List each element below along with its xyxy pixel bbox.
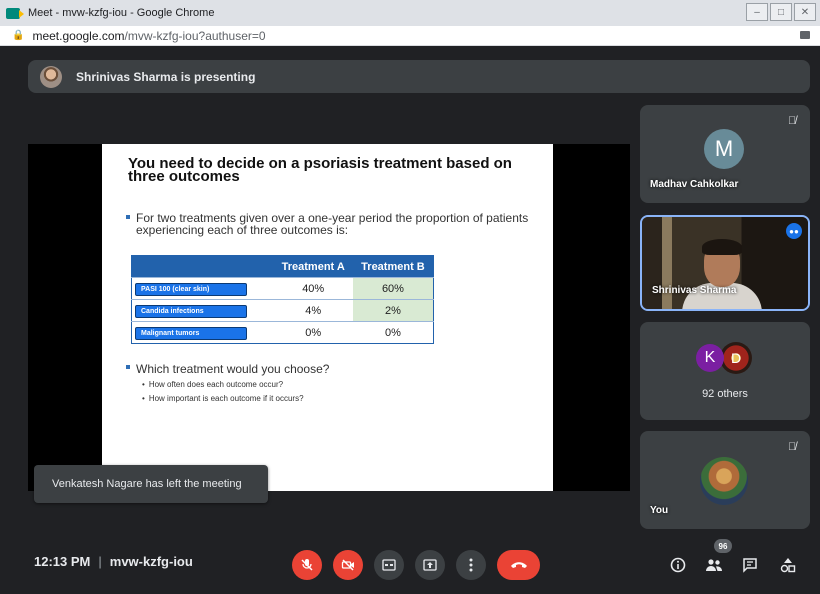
browser-titlebar: Meet - mvw-kzfg-iou - Google Chrome – □ … bbox=[0, 0, 820, 26]
camera-indicator-icon[interactable] bbox=[800, 31, 810, 39]
meeting-code: mvw-kzfg-iou bbox=[109, 554, 193, 569]
chat-icon bbox=[743, 558, 757, 573]
chat-button[interactable] bbox=[738, 553, 762, 577]
slide-sub-bullet-1: How often does each outcome occur? bbox=[142, 380, 283, 389]
table-row: PASI 100 (clear skin) 40% 60% bbox=[131, 277, 434, 300]
meet-favicon-icon bbox=[6, 7, 24, 19]
table-cell-label: PASI 100 (clear skin) bbox=[131, 277, 274, 300]
lock-icon: 🔒 bbox=[12, 30, 25, 41]
table-row: Candida infections 4% 2% bbox=[131, 299, 434, 322]
presenter-banner-text: Shrinivas Sharma is presenting bbox=[76, 69, 256, 84]
more-options-button[interactable] bbox=[456, 550, 486, 580]
url-path: /mvw-kzfg-iou?authuser=0 bbox=[124, 28, 266, 43]
separator: | bbox=[98, 554, 102, 569]
meeting-details-button[interactable] bbox=[666, 553, 690, 577]
camera-toggle-button[interactable] bbox=[333, 550, 363, 580]
table-cell-label: Candida infections bbox=[131, 299, 274, 322]
left-meeting-toast: Venkatesh Nagare has left the meeting bbox=[34, 465, 268, 503]
camera-off-icon bbox=[341, 559, 354, 571]
table-header-row: Treatment A Treatment B bbox=[131, 255, 434, 278]
participant-name: You bbox=[650, 505, 669, 516]
outcome-label: PASI 100 (clear skin) bbox=[135, 282, 247, 296]
mic-off-icon bbox=[301, 559, 313, 571]
captions-button[interactable] bbox=[374, 550, 404, 580]
participant-tile-madhav[interactable]: 🎙̸ M Madhav Cahkolkar bbox=[640, 105, 810, 203]
avatar: M bbox=[704, 129, 744, 169]
table-cell-b: 2% bbox=[352, 299, 434, 322]
activities-shapes-icon bbox=[780, 558, 796, 573]
speaking-indicator-icon: ●● bbox=[786, 223, 802, 239]
close-button[interactable]: ✕ bbox=[794, 3, 816, 21]
presenter-banner: Shrinivas Sharma is presenting bbox=[28, 60, 810, 93]
avatar: K bbox=[696, 344, 724, 372]
table-cell-b: 60% bbox=[352, 277, 434, 300]
closed-captions-icon bbox=[382, 559, 396, 571]
table-header-treatment-b: Treatment B bbox=[352, 255, 434, 278]
people-icon bbox=[706, 559, 722, 571]
current-time: 12:13 PM bbox=[34, 554, 91, 569]
meeting-info: 12:13 PM | mvw-kzfg-iou bbox=[34, 554, 193, 569]
show-everyone-button[interactable] bbox=[702, 553, 726, 577]
shared-slide: You need to decide on a psoriasis treatm… bbox=[102, 144, 553, 491]
table-cell-b: 0% bbox=[352, 321, 434, 344]
participant-name: Madhav Cahkolkar bbox=[650, 179, 739, 190]
mic-toggle-button[interactable] bbox=[292, 550, 322, 580]
maximize-button[interactable]: □ bbox=[770, 3, 792, 21]
more-vert-icon bbox=[469, 558, 473, 572]
window-title: Meet - mvw-kzfg-iou - Google Chrome bbox=[28, 7, 215, 19]
present-now-button[interactable] bbox=[415, 550, 445, 580]
slide-sub-bullet-2: How important is each outcome if it occu… bbox=[142, 394, 304, 403]
minimize-button[interactable]: – bbox=[746, 3, 768, 21]
mic-off-icon: 🎙̸ bbox=[788, 441, 797, 453]
mic-off-icon: 🎙̸ bbox=[788, 115, 797, 127]
table-header-empty bbox=[131, 255, 274, 278]
outcome-label: Malignant tumors bbox=[135, 326, 247, 340]
presentation-stage: You need to decide on a psoriasis treatm… bbox=[28, 144, 630, 491]
table-cell-label: Malignant tumors bbox=[131, 321, 274, 344]
present-screen-icon bbox=[423, 559, 437, 571]
participant-name: Shrinivas Sharma bbox=[652, 285, 737, 296]
info-icon bbox=[670, 557, 686, 573]
avatar: D bbox=[720, 342, 752, 374]
slide-headline: You need to decide on a psoriasis treatm… bbox=[128, 155, 512, 185]
table-cell-a: 40% bbox=[273, 277, 353, 300]
outcome-label: Candida infections bbox=[135, 304, 247, 318]
slide-bullet-2: Which treatment would you choose? bbox=[126, 362, 536, 376]
meet-area: Shrinivas Sharma is presenting You need … bbox=[0, 47, 820, 594]
url-host: meet.google.com bbox=[32, 28, 125, 43]
window-controls: – □ ✕ bbox=[746, 3, 816, 21]
participant-tile-shrinivas[interactable]: ●● Shrinivas Sharma bbox=[640, 215, 810, 311]
outcomes-table: Treatment A Treatment B PASI 100 (clear … bbox=[131, 255, 434, 344]
leave-call-button[interactable] bbox=[497, 550, 540, 580]
table-cell-a: 0% bbox=[273, 321, 353, 344]
participant-tile-you[interactable]: 🎙̸ You bbox=[640, 431, 810, 529]
address-bar[interactable]: 🔒 meet.google.com/mvw-kzfg-iou?authuser=… bbox=[0, 26, 820, 46]
table-row: Malignant tumors 0% 0% bbox=[131, 321, 434, 344]
activities-button[interactable] bbox=[776, 553, 800, 577]
table-cell-a: 4% bbox=[273, 299, 353, 322]
participant-tile-others[interactable]: K D 92 others bbox=[640, 322, 810, 420]
presenter-avatar bbox=[40, 65, 62, 88]
avatar bbox=[700, 457, 748, 505]
people-count-badge: 96 bbox=[714, 539, 732, 553]
bottom-control-bar: 12:13 PM | mvw-kzfg-iou 96 bbox=[0, 539, 820, 594]
video-person-hair bbox=[702, 239, 742, 255]
url-text[interactable]: meet.google.com/mvw-kzfg-iou?authuser=0 bbox=[32, 29, 265, 43]
table-header-treatment-a: Treatment A bbox=[273, 255, 353, 278]
end-call-icon bbox=[510, 562, 527, 568]
others-count-label: 92 others bbox=[702, 388, 748, 400]
slide-bullet-1: For two treatments given over a one-year… bbox=[126, 212, 536, 236]
